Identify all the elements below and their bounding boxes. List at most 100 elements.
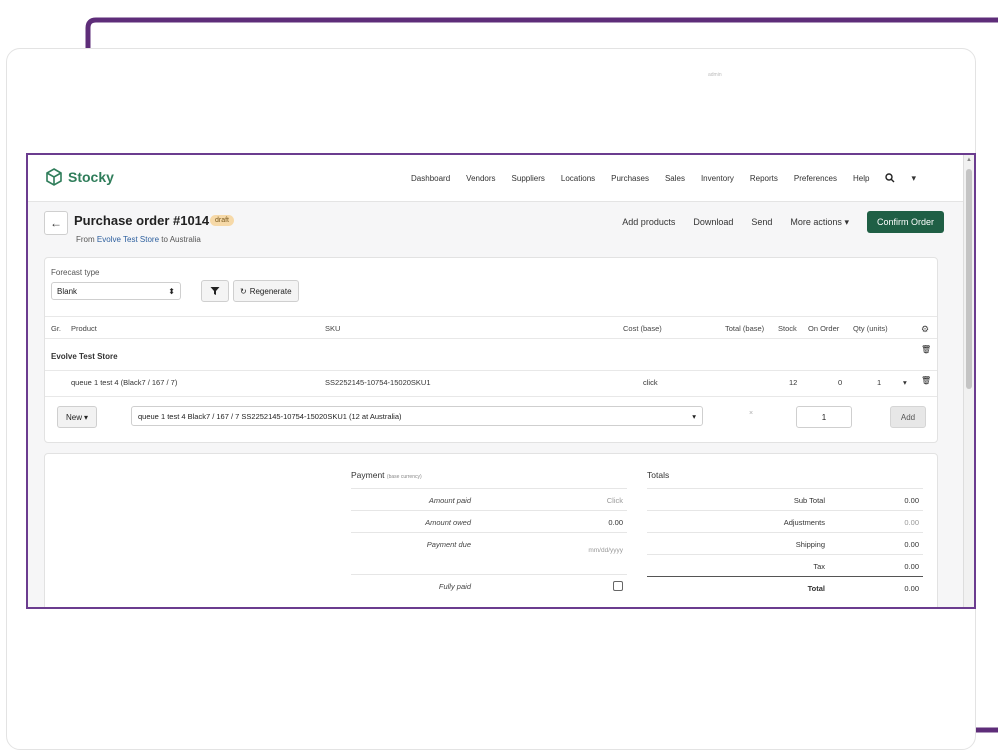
caret-down-icon: ▾ bbox=[844, 216, 849, 227]
nav-item-sales[interactable]: Sales bbox=[665, 174, 685, 183]
row-sku: SS2252145-10754-15020SKU1 bbox=[325, 378, 431, 387]
payment-due-label: Payment due bbox=[426, 540, 471, 549]
product-select[interactable]: queue 1 test 4 Black7 / 167 / 7 SS225214… bbox=[131, 406, 703, 426]
chevron-down-icon: ▾ bbox=[692, 411, 696, 421]
regenerate-button[interactable]: ↻ Regenerate bbox=[233, 280, 299, 302]
nav-item-inventory[interactable]: Inventory bbox=[701, 174, 734, 183]
row-dropdown-icon[interactable]: ▾ bbox=[903, 378, 907, 387]
amount-owed-row: Amount owed 0.00 bbox=[351, 510, 627, 533]
shipping-row: Shipping 0.00 bbox=[647, 532, 923, 555]
filter-icon bbox=[210, 287, 220, 295]
to-text: to Australia bbox=[161, 235, 201, 244]
logo[interactable]: Stocky bbox=[44, 167, 114, 187]
refresh-icon: ↻ bbox=[240, 286, 247, 296]
arrow-left-icon: ← bbox=[50, 216, 62, 230]
confirm-order-button[interactable]: Confirm Order bbox=[866, 211, 944, 233]
total-value: 0.00 bbox=[904, 584, 919, 593]
scroll-up-icon[interactable]: ▲ bbox=[966, 157, 972, 163]
status-badge: draft bbox=[210, 215, 235, 226]
row-qty[interactable]: 1 bbox=[877, 378, 881, 387]
row-on-order: 0 bbox=[838, 378, 843, 387]
col-header-on-order[interactable]: On Order bbox=[808, 324, 839, 333]
products-panel: Forecast type Blank ⬍ ↻ Regenerate Gr. P… bbox=[44, 257, 938, 443]
new-button[interactable]: New ▾ bbox=[57, 406, 98, 428]
filter-button[interactable] bbox=[201, 280, 229, 302]
add-button[interactable]: Add bbox=[890, 406, 926, 428]
col-header-sku[interactable]: SKU bbox=[325, 324, 340, 333]
nav-item-dashboard[interactable]: Dashboard bbox=[411, 174, 450, 183]
amount-owed-value: 0.00 bbox=[608, 518, 623, 527]
payment-due-row: Payment due mm/dd/yyyy bbox=[351, 532, 627, 575]
sub-total-row: Sub Total 0.00 bbox=[647, 488, 923, 511]
col-header-gr[interactable]: Gr. bbox=[51, 324, 61, 333]
scrollbar-thumb[interactable] bbox=[966, 169, 972, 389]
nav-menu: Dashboard Vendors Suppliers Locations Pu… bbox=[411, 155, 916, 201]
box-icon bbox=[46, 168, 62, 186]
payment-subtitle: (base currency) bbox=[386, 474, 422, 480]
col-header-stock[interactable]: Stock bbox=[778, 324, 797, 333]
col-header-total[interactable]: Total (base) bbox=[725, 324, 764, 333]
nav-item-reports[interactable]: Reports bbox=[750, 174, 778, 183]
from-prefix: From bbox=[76, 235, 95, 244]
group-name: Evolve Test Store bbox=[51, 352, 118, 361]
nav-item-purchases[interactable]: Purchases bbox=[611, 174, 649, 183]
tax-value: 0.00 bbox=[904, 562, 919, 571]
new-label: New bbox=[66, 412, 83, 422]
product-select-value: queue 1 test 4 Black7 / 167 / 7 SS225214… bbox=[138, 411, 402, 421]
page-title: Purchase order #1014 bbox=[74, 213, 210, 228]
amount-owed-label: Amount owed bbox=[425, 518, 471, 527]
nav-item-locations[interactable]: Locations bbox=[561, 174, 595, 183]
stocky-app-window: Stocky Dashboard Vendors Suppliers Locat… bbox=[26, 153, 976, 609]
chevron-down-icon[interactable]: ▾ bbox=[911, 173, 916, 184]
forecast-type-value: Blank bbox=[57, 286, 78, 296]
nav-item-help[interactable]: Help bbox=[853, 174, 869, 183]
nav-item-preferences[interactable]: Preferences bbox=[794, 174, 837, 183]
search-icon[interactable] bbox=[885, 173, 895, 183]
logo-text: Stocky bbox=[68, 169, 114, 185]
clear-mark: × bbox=[749, 410, 754, 417]
top-navigation: Stocky Dashboard Vendors Suppliers Locat… bbox=[28, 155, 966, 202]
col-header-qty[interactable]: Qty (units) bbox=[853, 324, 888, 333]
sub-total-label: Sub Total bbox=[793, 496, 825, 505]
back-button[interactable]: ← bbox=[44, 211, 68, 235]
payment-totals-panel: Payment (base currency) Totals Amount pa… bbox=[44, 453, 938, 607]
divider bbox=[45, 338, 937, 339]
row-trash-icon[interactable]: 🗑 bbox=[921, 376, 931, 385]
totals-title: Totals bbox=[647, 470, 670, 480]
download-button[interactable]: Download bbox=[693, 217, 733, 227]
trash-icon[interactable]: 🗑 bbox=[921, 345, 931, 354]
col-header-cost[interactable]: Cost (base) bbox=[623, 324, 662, 333]
total-label: Total bbox=[807, 584, 825, 593]
fully-paid-label: Fully paid bbox=[438, 582, 471, 591]
forecast-type-label: Forecast type bbox=[51, 268, 100, 277]
browser-tab-label: admin bbox=[708, 72, 722, 78]
quantity-input[interactable]: 1 bbox=[796, 406, 852, 428]
nav-item-suppliers[interactable]: Suppliers bbox=[512, 174, 545, 183]
tax-label: Tax bbox=[813, 562, 825, 571]
order-actions: Add products Download Send More actions … bbox=[622, 211, 944, 233]
divider bbox=[45, 396, 937, 397]
quantity-value: 1 bbox=[821, 412, 827, 422]
forecast-type-select[interactable]: Blank ⬍ bbox=[51, 282, 181, 300]
regenerate-label: Regenerate bbox=[249, 286, 292, 296]
caret-down-icon: ▾ bbox=[84, 412, 89, 422]
gear-icon[interactable]: ⚙ bbox=[921, 324, 929, 335]
nav-item-vendors[interactable]: Vendors bbox=[466, 174, 495, 183]
sub-total-value: 0.00 bbox=[904, 496, 919, 505]
row-product[interactable]: queue 1 test 4 (Black7 / 167 / 7) bbox=[71, 378, 177, 387]
payment-title-text: Payment bbox=[351, 470, 385, 480]
col-header-product[interactable]: Product bbox=[71, 324, 97, 333]
fully-paid-checkbox[interactable] bbox=[613, 581, 623, 591]
add-products-button[interactable]: Add products bbox=[622, 217, 675, 227]
adjustments-value[interactable]: 0.00 bbox=[904, 518, 919, 527]
payment-due-input[interactable]: mm/dd/yyyy bbox=[588, 547, 623, 554]
from-store-link[interactable]: Evolve Test Store bbox=[97, 235, 159, 244]
send-button[interactable]: Send bbox=[751, 217, 772, 227]
shipping-value[interactable]: 0.00 bbox=[904, 540, 919, 549]
row-cost[interactable]: click bbox=[643, 378, 658, 387]
adjustments-label: Adjustments bbox=[783, 518, 825, 527]
amount-paid-value[interactable]: Click bbox=[607, 496, 623, 505]
total-row: Total 0.00 bbox=[647, 576, 923, 599]
scrollbar[interactable]: ▲ bbox=[963, 155, 974, 607]
more-actions-button[interactable]: More actions ▾ bbox=[790, 217, 849, 228]
